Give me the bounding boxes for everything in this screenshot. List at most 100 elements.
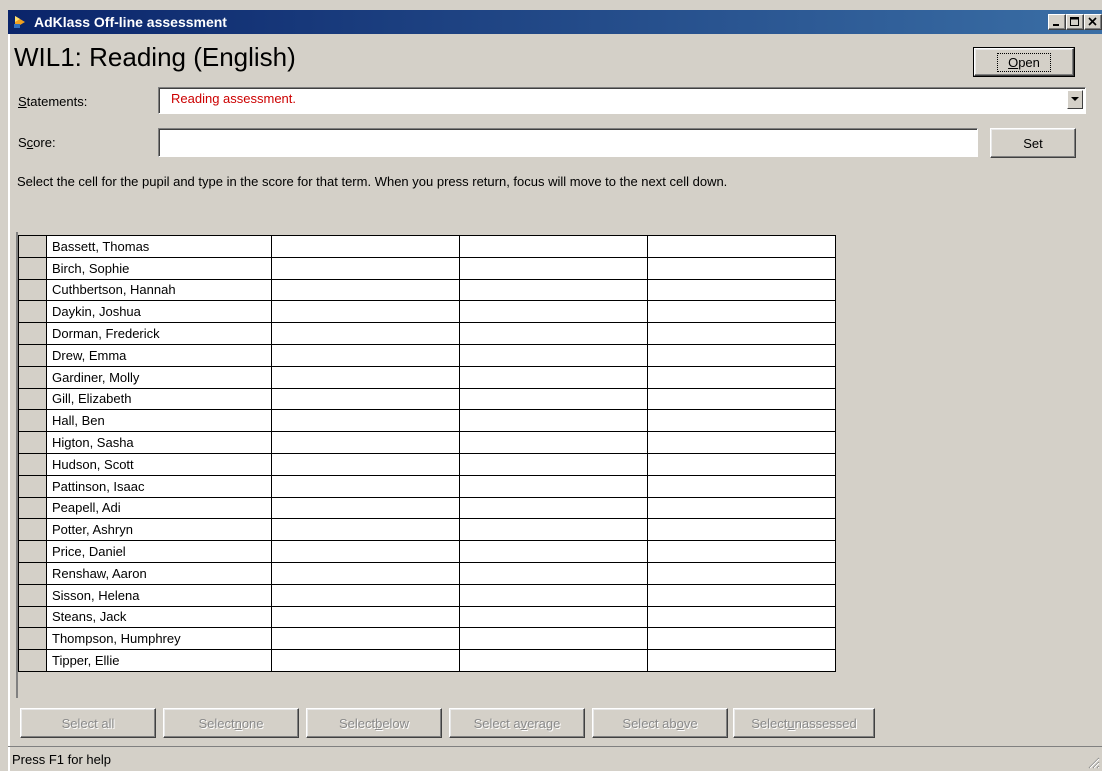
table-row[interactable]: Gill, Elizabeth [18, 387, 836, 411]
table-row[interactable]: Renshaw, Aaron [18, 561, 836, 585]
table-row[interactable]: Birch, Sophie [18, 256, 836, 280]
table-row[interactable]: Daykin, Joshua [18, 300, 836, 324]
table-row[interactable]: Peapell, Adi [18, 496, 836, 520]
score-cell[interactable] [459, 322, 648, 345]
score-cell[interactable] [271, 387, 460, 411]
score-cell[interactable] [271, 452, 460, 476]
select-below-button[interactable]: Select b elow [306, 708, 442, 738]
score-input[interactable] [158, 128, 978, 157]
title-bar[interactable]: AdKlass Off-line assessment [8, 10, 1102, 34]
table-row[interactable]: Steans, Jack [18, 605, 836, 629]
score-cell[interactable] [271, 343, 460, 367]
row-header[interactable] [18, 300, 47, 324]
minimize-button[interactable] [1048, 14, 1066, 30]
score-cell[interactable] [647, 649, 836, 672]
row-header[interactable] [18, 387, 47, 411]
dropdown-arrow-button[interactable] [1067, 90, 1083, 109]
score-cell[interactable] [459, 343, 648, 367]
score-table[interactable]: Bassett, Thomas Birch, Sophie Cuthbertson,… [18, 235, 836, 672]
row-header[interactable] [18, 561, 47, 585]
row-header[interactable] [18, 540, 47, 563]
score-cell[interactable] [647, 365, 836, 389]
close-button[interactable] [1084, 14, 1102, 30]
score-cell[interactable] [459, 300, 648, 324]
select-unassessed-button[interactable]: Select u nassessed [733, 708, 875, 738]
table-row[interactable]: Drew, Emma [18, 343, 836, 367]
score-cell[interactable] [271, 431, 460, 454]
score-cell[interactable] [459, 540, 648, 563]
table-row[interactable]: Dorman, Frederick [18, 322, 836, 345]
score-cell[interactable] [459, 452, 648, 476]
row-header[interactable] [18, 496, 47, 520]
score-cell[interactable] [459, 627, 648, 651]
score-cell[interactable] [459, 649, 648, 672]
score-cell[interactable] [271, 627, 460, 651]
row-header[interactable] [18, 474, 47, 498]
table-row[interactable]: Bassett, Thomas [18, 235, 836, 258]
score-cell[interactable] [271, 583, 460, 607]
score-cell[interactable] [271, 649, 460, 672]
table-row[interactable]: Sisson, Helena [18, 583, 836, 607]
score-cell[interactable] [271, 474, 460, 498]
score-cell[interactable] [459, 605, 648, 629]
score-cell[interactable] [271, 540, 460, 563]
row-header[interactable] [18, 409, 47, 433]
row-header[interactable] [18, 518, 47, 542]
score-cell[interactable] [647, 627, 836, 651]
row-header[interactable] [18, 235, 47, 258]
score-cell[interactable] [459, 518, 648, 542]
row-header[interactable] [18, 452, 47, 476]
table-row[interactable]: Hall, Ben [18, 409, 836, 433]
table-row[interactable]: Gardiner, Molly [18, 365, 836, 389]
row-header[interactable] [18, 649, 47, 672]
score-cell[interactable] [271, 496, 460, 520]
row-header[interactable] [18, 278, 47, 302]
row-header[interactable] [18, 605, 47, 629]
score-cell[interactable] [647, 583, 836, 607]
score-cell[interactable] [459, 583, 648, 607]
score-cell[interactable] [459, 256, 648, 280]
score-cell[interactable] [271, 409, 460, 433]
maximize-button[interactable] [1066, 14, 1084, 30]
row-header[interactable] [18, 627, 47, 651]
row-header[interactable] [18, 322, 47, 345]
score-cell[interactable] [459, 235, 648, 258]
score-cell[interactable] [647, 300, 836, 324]
select-all-button[interactable]: Select all [20, 708, 156, 738]
score-cell[interactable] [647, 518, 836, 542]
table-row[interactable]: Tipper, Ellie [18, 649, 836, 672]
score-cell[interactable] [459, 474, 648, 498]
score-cell[interactable] [647, 409, 836, 433]
score-cell[interactable] [459, 409, 648, 433]
score-cell[interactable] [271, 365, 460, 389]
table-row[interactable]: Higton, Sasha [18, 431, 836, 454]
table-row[interactable]: Potter, Ashryn [18, 518, 836, 542]
score-cell[interactable] [647, 387, 836, 411]
score-cell[interactable] [271, 300, 460, 324]
score-cell[interactable] [459, 387, 648, 411]
score-cell[interactable] [271, 605, 460, 629]
score-cell[interactable] [647, 256, 836, 280]
score-cell[interactable] [647, 278, 836, 302]
score-cell[interactable] [647, 452, 836, 476]
row-header[interactable] [18, 365, 47, 389]
open-button[interactable]: Open [973, 47, 1075, 77]
row-header[interactable] [18, 256, 47, 280]
score-cell[interactable] [647, 496, 836, 520]
score-cell[interactable] [271, 518, 460, 542]
table-row[interactable]: Pattinson, Isaac [18, 474, 836, 498]
table-row[interactable]: Hudson, Scott [18, 452, 836, 476]
row-header[interactable] [18, 583, 47, 607]
score-cell[interactable] [459, 496, 648, 520]
select-above-button[interactable]: Select ab o ve [592, 708, 728, 738]
score-cell[interactable] [459, 365, 648, 389]
score-cell[interactable] [271, 235, 460, 258]
score-cell[interactable] [647, 235, 836, 258]
table-row[interactable]: Cuthbertson, Hannah [18, 278, 836, 302]
score-cell[interactable] [647, 605, 836, 629]
table-row[interactable]: Price, Daniel [18, 540, 836, 563]
score-cell[interactable] [271, 322, 460, 345]
score-cell[interactable] [459, 431, 648, 454]
select-average-button[interactable]: Select a v erage [449, 708, 585, 738]
score-cell[interactable] [647, 540, 836, 563]
